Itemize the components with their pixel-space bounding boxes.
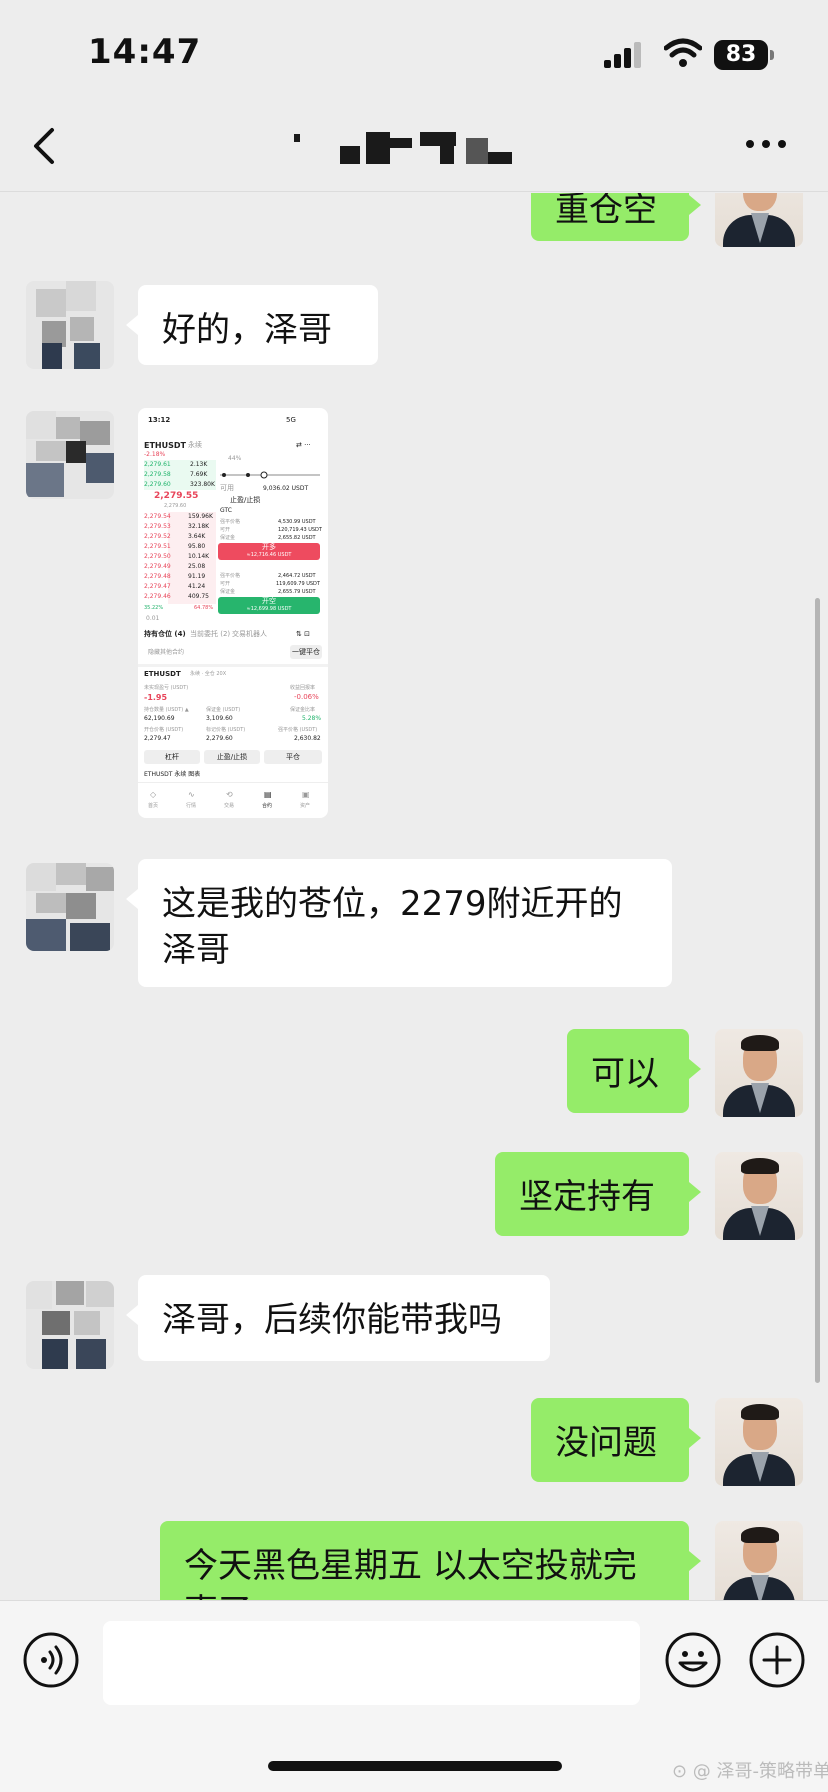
message-bubble-outgoing[interactable]: 今天黑色星期五 以太空投就完事了: [160, 1521, 701, 1600]
leverage-slider[interactable]: [220, 470, 320, 480]
message-text-input[interactable]: [103, 1621, 640, 1705]
home-indicator[interactable]: [268, 1761, 562, 1771]
plus-more-icon[interactable]: [748, 1631, 806, 1689]
message-bubble-outgoing[interactable]: 可以: [567, 1029, 701, 1113]
watermark: ⊙ @ 泽哥-策略带单: [672, 1761, 828, 1782]
contact-avatar-blurred[interactable]: [26, 281, 114, 369]
message-bubble-incoming[interactable]: 这是我的苍位，2279附近开的泽哥: [126, 859, 672, 987]
my-avatar[interactable]: [715, 1398, 803, 1486]
wifi-icon: [664, 38, 702, 67]
battery-icon: 83: [714, 40, 774, 70]
message-bubble-outgoing[interactable]: 没问题: [531, 1398, 701, 1482]
chat-header: [0, 100, 828, 192]
cellular-signal-icon: [604, 42, 641, 68]
contact-avatar-blurred[interactable]: [26, 863, 114, 951]
contact-avatar-blurred[interactable]: [26, 411, 114, 499]
my-avatar[interactable]: [715, 1152, 803, 1240]
back-arrow-icon[interactable]: [30, 126, 60, 166]
message-bubble-incoming[interactable]: 泽哥，后续你能带我吗: [126, 1275, 550, 1361]
message-bubble-outgoing[interactable]: 坚定持有: [495, 1152, 701, 1236]
my-avatar[interactable]: [715, 1029, 803, 1117]
status-bar: 14:47 83: [0, 0, 828, 100]
message-bubble-outgoing[interactable]: 重仓空: [531, 193, 701, 241]
my-avatar[interactable]: [715, 1521, 803, 1600]
status-time: 14:47: [88, 32, 202, 72]
message-input-bar: ⊙ @ 泽哥-策略带单: [0, 1600, 828, 1792]
scrollbar[interactable]: [815, 598, 820, 1383]
message-bubble-incoming[interactable]: 好的，泽哥: [126, 285, 378, 365]
voice-input-icon[interactable]: [22, 1631, 80, 1689]
more-options-icon[interactable]: [746, 140, 786, 152]
open-short-button[interactable]: 开空 ≈12,699.98 USDT: [218, 597, 320, 614]
chat-title-redacted: [290, 130, 530, 170]
shared-trading-screenshot[interactable]: 13:12 5G ETHUSDT 永续 -2.18% ⇄ ··· 44% 可用 …: [138, 408, 328, 818]
emoji-icon[interactable]: [664, 1631, 722, 1689]
my-avatar[interactable]: [715, 193, 803, 247]
chat-message-list[interactable]: 重仓空 好的，泽哥 13:12 5G ETHUSDT 永续 -2.18% ⇄ ·…: [0, 193, 828, 1600]
open-long-button[interactable]: 开多 ≈12,716.46 USDT: [218, 543, 320, 560]
contact-avatar-blurred[interactable]: [26, 1281, 114, 1369]
battery-level: 83: [714, 40, 768, 70]
